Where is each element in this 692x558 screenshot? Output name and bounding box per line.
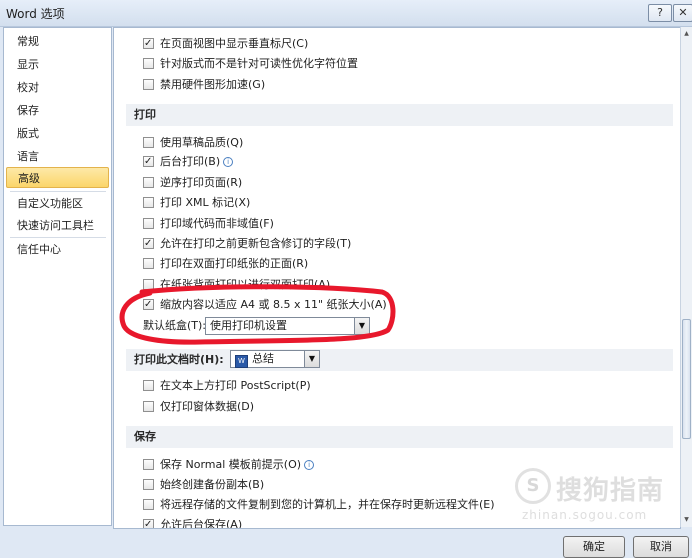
checkbox[interactable] xyxy=(143,177,154,188)
option-row[interactable]: 使用草稿品质(Q) xyxy=(143,134,243,152)
checkbox[interactable] xyxy=(143,58,154,69)
option-label: 在页面视图中显示垂直标尺(C) xyxy=(160,37,309,50)
option-label: 使用草稿品质(Q) xyxy=(160,136,244,149)
option-label: 仅打印窗体数据(D) xyxy=(160,400,255,413)
checkbox[interactable] xyxy=(143,401,154,412)
checkbox[interactable] xyxy=(143,35,154,53)
option-label: 打印域代码而非域值(F) xyxy=(160,217,274,230)
checkbox[interactable] xyxy=(143,479,154,490)
option-row[interactable]: 仅打印窗体数据(D) xyxy=(143,398,254,416)
option-label: 将远程存储的文件复制到您的计算机上，并在保存时更新远程文件(E) xyxy=(160,498,495,511)
cancel-button[interactable]: 取消 xyxy=(633,536,689,558)
document-select-value: 总结 xyxy=(252,352,274,365)
sidebar-item-advanced[interactable]: 高级 xyxy=(6,167,109,188)
option-row[interactable]: 将远程存储的文件复制到您的计算机上，并在保存时更新远程文件(E) xyxy=(143,496,495,514)
option-row[interactable]: 始终创建备份副本(B) xyxy=(143,476,264,494)
title-bar: Word 选项 ? ✕ xyxy=(0,0,692,27)
checkbox[interactable] xyxy=(143,235,154,253)
option-label: 禁用硬件图形加速(G) xyxy=(160,78,266,91)
sidebar-item-display[interactable]: 显示 xyxy=(6,54,109,75)
paper-tray-select[interactable]: 使用打印机设置 ▼ xyxy=(205,317,370,335)
close-button[interactable]: ✕ xyxy=(673,4,692,22)
checkbox[interactable] xyxy=(143,279,154,290)
checkbox[interactable] xyxy=(143,499,154,510)
tray-label: 默认纸盒(T): xyxy=(143,319,207,332)
watermark-logo-icon: S xyxy=(515,468,551,504)
option-label: 保存 Normal 模板前提示(O) xyxy=(160,458,302,471)
option-row[interactable]: 在文本上方打印 PostScript(P) xyxy=(143,377,311,395)
paper-tray-value: 使用打印机设置 xyxy=(210,319,287,332)
vertical-scrollbar[interactable]: ▲ ▼ xyxy=(680,27,692,527)
sidebar-item-quick-access[interactable]: 快速访问工具栏 xyxy=(6,215,109,236)
word-document-icon: W xyxy=(235,355,248,368)
sidebar-item-general[interactable]: 常规 xyxy=(6,31,109,52)
option-label: 打印 XML 标记(X) xyxy=(160,196,251,209)
option-label: 允许后台保存(A) xyxy=(160,518,243,529)
option-label: 后台打印(B) xyxy=(160,155,221,168)
option-label: 始终创建备份副本(B) xyxy=(160,478,265,491)
option-row[interactable]: 缩放内容以适应 A4 或 8.5 x 11" 纸张大小(A) xyxy=(143,296,387,314)
checkbox[interactable] xyxy=(143,516,154,528)
scroll-down-icon[interactable]: ▼ xyxy=(682,515,691,525)
sidebar: 常规 显示 校对 保存 版式 语言 高级 自定义功能区 快速访问工具栏 信任中心 xyxy=(3,27,112,526)
print-doc-label: 打印此文档时(H): xyxy=(134,353,224,366)
section-header-print: 打印 xyxy=(126,104,673,126)
sidebar-item-trust-center[interactable]: 信任中心 xyxy=(6,239,109,260)
sidebar-divider xyxy=(10,237,106,238)
checkbox[interactable] xyxy=(143,218,154,229)
option-row[interactable]: 后台打印(B)i xyxy=(143,153,234,171)
section-header-save: 保存 xyxy=(126,426,673,448)
checkbox[interactable] xyxy=(143,197,154,208)
option-row[interactable]: 允许后台保存(A) xyxy=(143,516,243,529)
option-label: 允许在打印之前更新包含修订的字段(T) xyxy=(160,237,352,250)
sidebar-divider xyxy=(10,191,106,192)
option-row[interactable]: 保存 Normal 模板前提示(O) i xyxy=(143,456,315,474)
option-label: 缩放内容以适应 A4 或 8.5 x 11" 纸张大小(A) xyxy=(160,298,387,311)
option-row[interactable]: 打印域代码而非域值(F) xyxy=(143,215,274,233)
chevron-down-icon[interactable]: ▼ xyxy=(304,351,319,367)
option-row[interactable]: 在纸张背面打印以进行双面打印(A) xyxy=(143,276,330,294)
ok-button[interactable]: 确定 xyxy=(563,536,625,558)
option-label: 在文本上方打印 PostScript(P) xyxy=(160,379,311,392)
option-label: 针对版式而不是针对可读性优化字符位置 xyxy=(160,57,358,70)
scroll-up-icon[interactable]: ▲ xyxy=(682,29,691,39)
options-panel: 在页面视图中显示垂直标尺(C) 针对版式而不是针对可读性优化字符位置 禁用硬件图… xyxy=(113,27,681,529)
checkbox[interactable] xyxy=(143,459,154,470)
checkbox[interactable] xyxy=(143,153,154,171)
option-label: 打印在双面打印纸张的正面(R) xyxy=(160,257,309,270)
checkbox[interactable] xyxy=(143,137,154,148)
scrollbar-thumb[interactable] xyxy=(682,319,691,439)
checkbox[interactable] xyxy=(143,296,154,314)
document-select[interactable]: W 总结 ▼ xyxy=(230,350,320,368)
sidebar-item-proofing[interactable]: 校对 xyxy=(6,77,109,98)
help-button[interactable]: ? xyxy=(648,4,672,22)
option-row[interactable]: 在页面视图中显示垂直标尺(C) xyxy=(143,35,308,53)
checkbox[interactable] xyxy=(143,258,154,269)
sidebar-item-save[interactable]: 保存 xyxy=(6,100,109,121)
sidebar-item-language[interactable]: 语言 xyxy=(6,146,109,167)
watermark-url: zhinan.sogou.com xyxy=(522,508,648,522)
option-row[interactable]: 打印 XML 标记(X) xyxy=(143,194,250,212)
option-label: 在纸张背面打印以进行双面打印(A) xyxy=(160,278,331,291)
checkbox[interactable] xyxy=(143,380,154,391)
option-row[interactable]: 允许在打印之前更新包含修订的字段(T) xyxy=(143,235,351,253)
window-title: Word 选项 xyxy=(6,7,65,21)
sidebar-item-layout[interactable]: 版式 xyxy=(6,123,109,144)
checkbox[interactable] xyxy=(143,79,154,90)
info-icon: i xyxy=(304,460,315,470)
option-row[interactable]: 禁用硬件图形加速(G) xyxy=(143,76,265,94)
option-row[interactable]: 逆序打印页面(R) xyxy=(143,174,242,192)
section-header-print-doc: 打印此文档时(H): xyxy=(126,349,673,371)
option-row[interactable]: 针对版式而不是针对可读性优化字符位置 xyxy=(143,55,358,73)
sidebar-item-customize-ribbon[interactable]: 自定义功能区 xyxy=(6,193,109,214)
info-icon: i xyxy=(223,157,234,167)
watermark-text: 搜狗指南 xyxy=(556,476,665,506)
chevron-down-icon[interactable]: ▼ xyxy=(354,318,369,334)
option-row[interactable]: 打印在双面打印纸张的正面(R) xyxy=(143,255,308,273)
option-label: 逆序打印页面(R) xyxy=(160,176,243,189)
